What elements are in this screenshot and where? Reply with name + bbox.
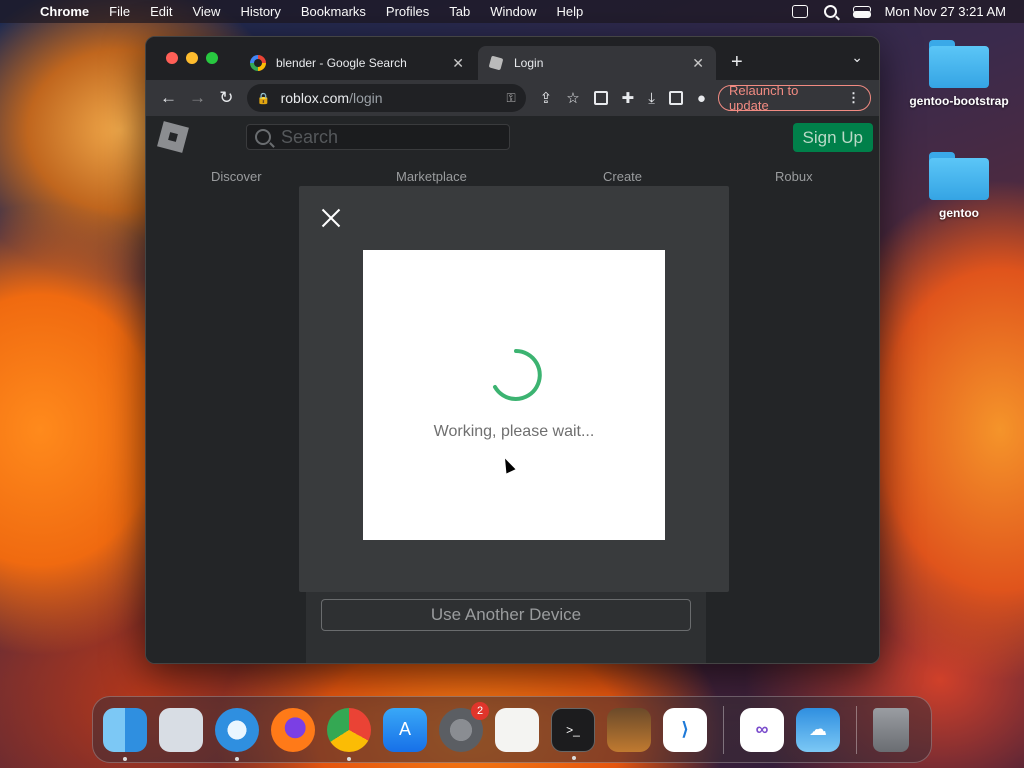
loading-status-text: Working, please wait... <box>433 423 595 440</box>
nav-create[interactable]: Create <box>603 169 642 184</box>
notification-badge: 2 <box>471 701 489 720</box>
captcha-frame: Working, please wait... <box>363 250 665 540</box>
tab-login[interactable]: Login ✕ <box>478 46 716 80</box>
folder-icon <box>929 40 989 88</box>
dock-app-store-icon[interactable]: A <box>383 707 427 752</box>
dock-launchpad-icon[interactable] <box>159 707 203 752</box>
url-path: /login <box>349 90 383 106</box>
browser-toolbar: ← → ↻ 🔒 roblox.com /login ⚿ ⇪ ☆ ✚ ⤓ ● Re… <box>146 80 879 116</box>
desktop-icon-label: gentoo-bootstrap <box>909 94 1009 108</box>
browser-window: blender - Google Search ✕ Login ✕ + ⌄ ← … <box>145 36 880 664</box>
menu-window[interactable]: Window <box>490 4 536 19</box>
roblox-page: Search Sign Up Discover Marketplace Crea… <box>146 116 879 663</box>
menu-bookmarks[interactable]: Bookmarks <box>301 4 366 19</box>
reload-icon[interactable]: ↻ <box>212 88 241 108</box>
menu-bar: Chrome File Edit View History Bookmarks … <box>0 0 1024 23</box>
relaunch-label: Relaunch to update <box>728 83 799 113</box>
profile-avatar-icon[interactable]: ● <box>697 90 706 107</box>
tab-title: Login <box>514 56 544 70</box>
running-indicator <box>235 756 239 761</box>
window-controls <box>166 52 218 64</box>
screen-mirroring-icon[interactable] <box>791 5 808 18</box>
menu-history[interactable]: History <box>240 4 280 19</box>
nav-marketplace[interactable]: Marketplace <box>396 169 467 184</box>
verification-modal: Working, please wait... <box>299 186 729 592</box>
dock-settings-icon[interactable]: 2 <box>439 701 489 752</box>
minimize-window-button[interactable] <box>186 52 198 64</box>
menu-tab[interactable]: Tab <box>449 4 470 19</box>
close-tab-icon[interactable]: ✕ <box>692 55 704 72</box>
use-another-device-button[interactable]: Use Another Device <box>321 599 691 631</box>
bookmark-star-icon[interactable]: ☆ <box>566 89 579 107</box>
forward-arrow-icon[interactable]: → <box>183 88 212 108</box>
search-placeholder: Search <box>281 126 339 147</box>
key-icon[interactable]: ⚿ <box>507 91 516 106</box>
dock-visual-studio-icon[interactable]: ∞ <box>740 707 784 752</box>
menu-edit[interactable]: Edit <box>150 4 172 19</box>
running-indicator <box>123 756 127 761</box>
new-tab-icon[interactable]: + <box>731 51 743 74</box>
google-icon <box>250 55 266 71</box>
menu-clock[interactable]: Mon Nov 27 3:21 AM <box>885 4 1006 19</box>
close-window-button[interactable] <box>166 52 178 64</box>
sign-up-button[interactable]: Sign Up <box>792 123 873 152</box>
qr-code-icon[interactable] <box>593 91 608 105</box>
desktop-folder-gentoo[interactable]: gentoo <box>904 152 1014 220</box>
desktop-folder-gentoo-bootstrap[interactable]: gentoo-bootstrap <box>904 40 1014 108</box>
dock-separator <box>856 705 857 754</box>
more-menu-icon[interactable]: ⋮ <box>847 90 860 106</box>
side-panel-icon[interactable] <box>668 91 683 105</box>
folder-icon <box>929 152 989 200</box>
tab-google-search[interactable]: blender - Google Search ✕ <box>238 46 476 80</box>
running-indicator <box>572 755 576 760</box>
share-icon[interactable]: ⇪ <box>540 89 553 107</box>
tab-search-chevron-icon[interactable]: ⌄ <box>851 49 863 66</box>
site-search-input[interactable]: Search <box>246 124 510 150</box>
menu-help[interactable]: Help <box>557 4 584 19</box>
dock-finder-icon[interactable] <box>103 707 147 761</box>
dock-firefox-icon[interactable] <box>271 707 315 752</box>
dock-separator <box>723 705 724 754</box>
relaunch-to-update-button[interactable]: Relaunch to update ⋮ <box>717 83 872 113</box>
nav-robux[interactable]: Robux <box>775 169 813 184</box>
roblox-logo-icon[interactable] <box>157 121 189 153</box>
tab-strip: blender - Google Search ✕ Login ✕ + ⌄ <box>146 37 879 80</box>
close-icon[interactable] <box>319 206 343 230</box>
dock-safari-icon[interactable] <box>215 707 259 761</box>
login-panel: Use Another Device <box>306 592 706 663</box>
address-bar[interactable]: 🔒 roblox.com /login ⚿ <box>246 84 526 112</box>
spotlight-search-icon[interactable] <box>823 5 837 18</box>
loading-spinner-icon <box>493 349 542 401</box>
nav-discover[interactable]: Discover <box>211 169 262 184</box>
tab-title: blender - Google Search <box>276 56 407 70</box>
close-tab-icon[interactable]: ✕ <box>452 55 464 72</box>
dock-vscode-icon[interactable]: ⟩ <box>663 707 707 752</box>
url-host: roblox.com <box>280 90 350 106</box>
running-indicator <box>347 756 351 761</box>
dock-trash-icon[interactable] <box>873 707 909 752</box>
lock-icon[interactable]: 🔒 <box>257 92 271 105</box>
dock-garageband-icon[interactable] <box>607 707 651 752</box>
menu-view[interactable]: View <box>192 4 220 19</box>
control-center-icon[interactable] <box>852 5 871 18</box>
search-icon <box>255 129 271 145</box>
menu-profiles[interactable]: Profiles <box>386 4 429 19</box>
dock-weather-icon[interactable]: ☁ <box>796 707 840 752</box>
extensions-puzzle-icon[interactable]: ✚ <box>622 89 635 107</box>
dock-textedit-icon[interactable] <box>495 707 539 752</box>
dock-terminal-icon[interactable]: >_ <box>551 707 595 760</box>
menu-file[interactable]: File <box>109 4 130 19</box>
desktop-icon-label: gentoo <box>939 206 979 220</box>
dock: A 2 >_ ⟩ ∞ ☁ <box>92 696 932 763</box>
zoom-window-button[interactable] <box>206 52 218 64</box>
roblox-icon <box>488 55 504 71</box>
back-arrow-icon[interactable]: ← <box>154 88 183 108</box>
download-icon[interactable]: ⤓ <box>648 90 655 107</box>
dock-chrome-icon[interactable] <box>327 707 371 761</box>
menu-app-name[interactable]: Chrome <box>40 4 89 19</box>
